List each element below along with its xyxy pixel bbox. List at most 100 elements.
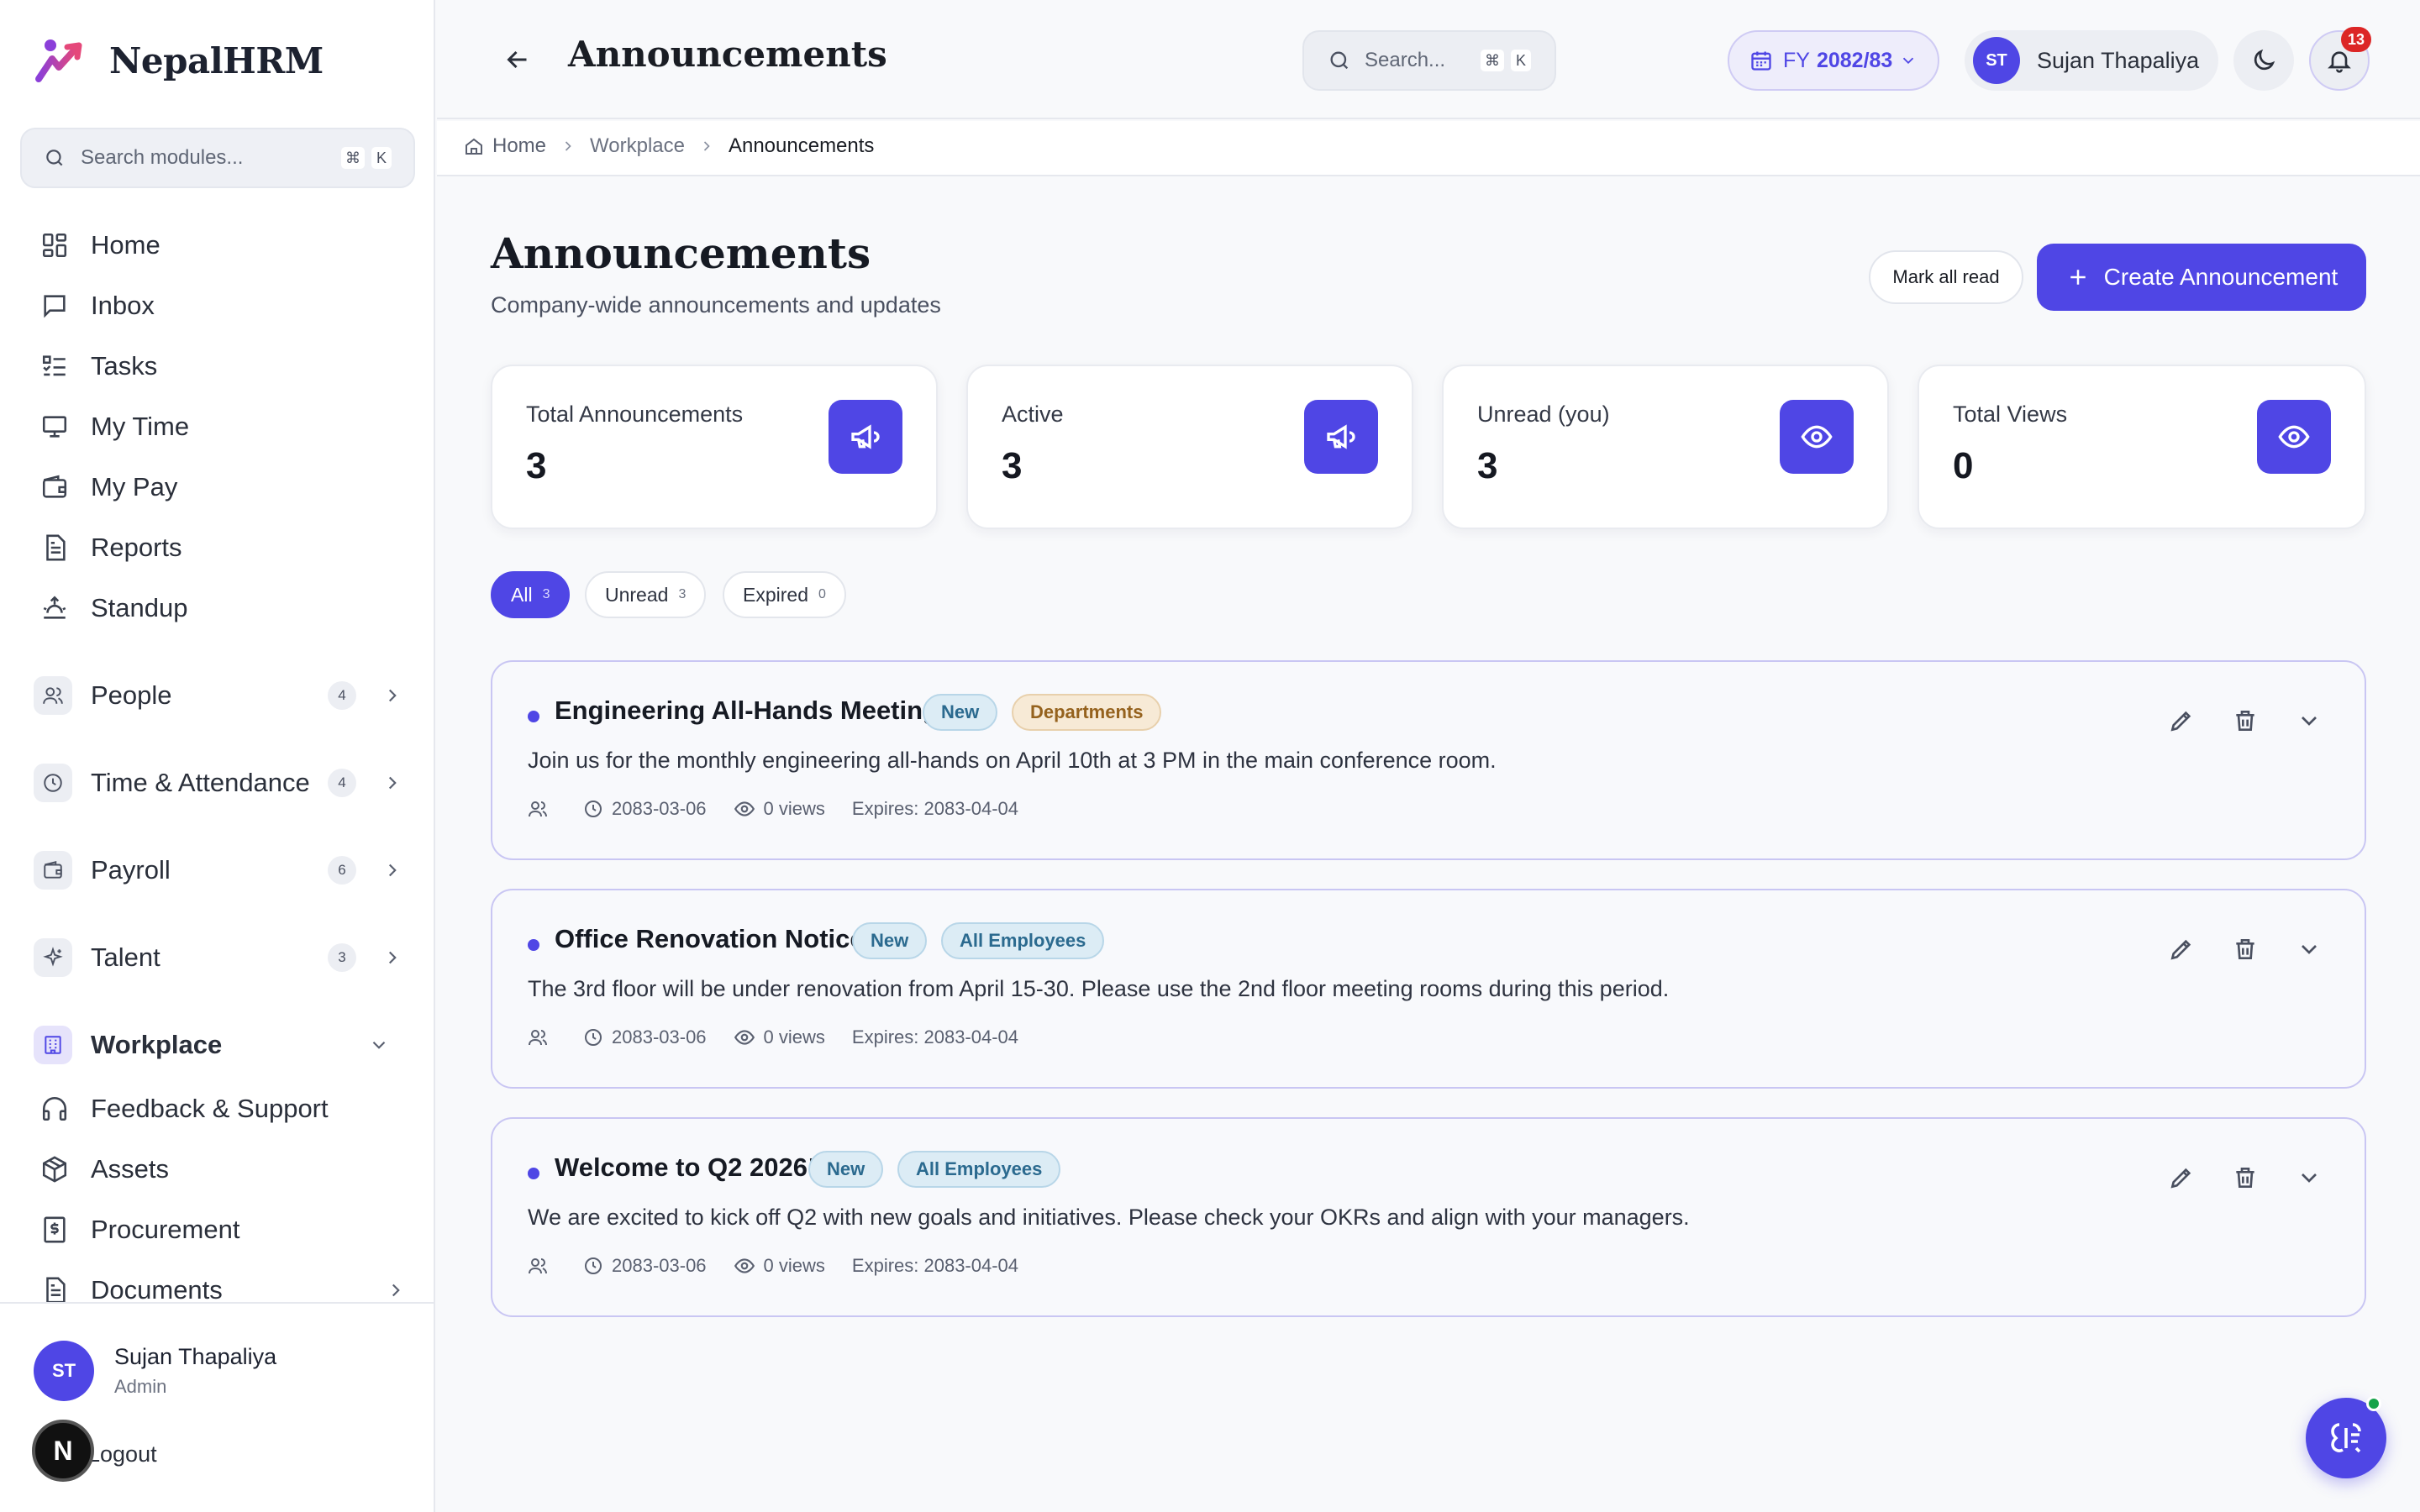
grid-icon <box>39 229 71 261</box>
announcement-card[interactable]: Office Renovation Notice New All Employe… <box>491 889 2366 1089</box>
global-search-input[interactable]: Search... ⌘ K <box>1302 30 1556 91</box>
eye-icon <box>734 801 755 816</box>
module-search-input[interactable]: Search modules... ⌘ K <box>20 128 415 188</box>
stat-label: Active <box>1002 402 1064 427</box>
back-arrow-icon[interactable] <box>502 45 533 75</box>
chevron-down-icon[interactable] <box>2296 707 2323 734</box>
count-badge: 4 <box>328 681 356 710</box>
avatar[interactable]: ST <box>34 1341 94 1401</box>
announcement-meta: 2083-03-06 0 views Expires: 2083-04-04 <box>528 1026 1045 1048</box>
sidebar-group-people[interactable]: People 4 <box>34 670 403 721</box>
filter-chip-unread[interactable]: Unread 3 <box>585 571 707 618</box>
logout-button[interactable]: Logout <box>87 1441 157 1467</box>
notification-count-badge: 13 <box>2341 27 2371 52</box>
announcement-card[interactable]: Engineering All-Hands Meeting New Depart… <box>491 660 2366 860</box>
calendar-icon <box>1751 51 1771 71</box>
megaphone-icon <box>1304 400 1378 474</box>
sidebar-item-label: Tasks <box>91 351 158 381</box>
app-logo[interactable]: NepalHRM <box>34 37 324 84</box>
create-announcement-button[interactable]: Create Announcement <box>2037 244 2366 311</box>
filter-count: 3 <box>542 587 550 601</box>
announcement-meta: 2083-03-06 0 views Expires: 2083-04-04 <box>528 798 1045 820</box>
breadcrumb-home[interactable]: Home <box>492 134 546 158</box>
edit-icon[interactable] <box>2168 707 2195 734</box>
sidebar-item-my-time[interactable]: My Time <box>39 405 400 449</box>
chevron-down-icon[interactable] <box>2296 936 2323 963</box>
shortcut-cmd: ⌘ <box>1481 50 1504 71</box>
shortcut-cmd: ⌘ <box>341 147 365 169</box>
search-icon <box>1330 51 1349 70</box>
trash-icon[interactable] <box>2232 707 2259 734</box>
notifications-button[interactable]: 13 <box>2309 27 2371 91</box>
sidebar-item-label: Assets <box>91 1154 170 1184</box>
view-count: 0 views <box>763 1255 825 1276</box>
sidebar-item-procurement[interactable]: Procurement <box>39 1208 400 1252</box>
stat-label: Unread (you) <box>1477 402 1610 427</box>
breadcrumb-section[interactable]: Workplace <box>590 134 685 158</box>
count-badge: 6 <box>328 856 356 885</box>
sidebar-group-payroll[interactable]: Payroll 6 <box>34 845 403 895</box>
sidebar-item-reports[interactable]: Reports <box>39 526 400 570</box>
stat-label: Total Announcements <box>526 402 744 427</box>
edit-icon[interactable] <box>2168 1164 2195 1191</box>
mark-all-read-button[interactable]: Mark all read <box>1869 250 2023 304</box>
sidebar-item-label: Procurement <box>91 1215 240 1244</box>
user-menu-button[interactable]: ST Sujan Thapaliya <box>1965 30 2218 91</box>
sidebar-item-inbox[interactable]: Inbox <box>39 284 400 328</box>
top-bar: Announcements Search... ⌘ K FY 2082/83 S… <box>437 0 2420 119</box>
sidebar-item-feedback-support[interactable]: Feedback & Support <box>39 1087 400 1131</box>
announcement-body: The 3rd floor will be under renovation f… <box>528 976 1670 1001</box>
receipt-dollar-icon <box>39 1214 71 1246</box>
app-name: NepalHRM <box>109 39 324 81</box>
megaphone-icon <box>829 400 902 474</box>
chevron-down-icon[interactable] <box>2296 1164 2323 1191</box>
trash-icon[interactable] <box>2232 936 2259 963</box>
sidebar-item-my-pay[interactable]: My Pay <box>39 465 400 509</box>
published-date: 2083-03-06 <box>612 1026 707 1047</box>
audience-icon <box>528 1027 556 1047</box>
sidebar-group-time-attendance[interactable]: Time & Attendance 4 <box>34 758 403 808</box>
filter-chip-all[interactable]: All 3 <box>491 571 571 618</box>
breadcrumb: Home Workplace Announcements <box>437 121 2420 176</box>
sidebar-group-label: Talent <box>91 942 160 972</box>
plus-icon <box>2070 270 2086 285</box>
global-search-placeholder: Search... <box>1365 49 1446 71</box>
unread-dot <box>528 711 539 722</box>
sidebar-item-label: Reports <box>91 533 182 562</box>
sidebar-item-label: Standup <box>91 593 188 622</box>
online-status-dot <box>2366 1396 2381 1411</box>
shortcut-k: K <box>371 147 392 169</box>
assistant-fab-button[interactable] <box>2306 1396 2386 1478</box>
chevron-right-icon <box>703 141 710 151</box>
chevron-right-icon <box>388 689 397 702</box>
sidebar-item-label: My Pay <box>91 472 178 501</box>
unread-dot <box>528 939 539 951</box>
avatar: ST <box>1973 37 2020 84</box>
theme-toggle-button[interactable] <box>2233 30 2294 91</box>
sidebar-item-home[interactable]: Home <box>39 223 400 267</box>
chevron-down-icon <box>372 1041 386 1049</box>
sidebar-group-label: Workplace <box>91 1030 223 1059</box>
audience-icon <box>528 799 556 819</box>
sidebar-group-talent[interactable]: Talent 3 <box>34 932 403 983</box>
trash-icon[interactable] <box>2232 1164 2259 1191</box>
announcement-card[interactable]: Welcome to Q2 2026! New All Employees We… <box>491 1117 2366 1317</box>
dev-indicator-badge[interactable]: N <box>32 1420 94 1482</box>
sidebar-item-tasks[interactable]: Tasks <box>39 344 400 388</box>
fiscal-year-select[interactable]: FY 2082/83 <box>1728 30 1939 91</box>
sidebar-item-assets[interactable]: Assets <box>39 1147 400 1191</box>
stat-value: 3 <box>1477 445 1498 486</box>
audience-badge: Departments <box>1012 694 1162 731</box>
page-title: Announcements <box>491 228 871 278</box>
edit-icon[interactable] <box>2168 936 2195 963</box>
count-badge: 3 <box>328 943 356 972</box>
sidebar-item-label: My Time <box>91 412 190 441</box>
sidebar-group-workplace[interactable]: Workplace <box>34 1020 403 1070</box>
sidebar-item-standup[interactable]: Standup <box>39 586 400 630</box>
filter-label: Unread <box>605 583 669 606</box>
audience-badge: All Employees <box>941 922 1105 959</box>
audience-icon <box>528 1256 556 1276</box>
filter-chip-expired[interactable]: Expired 0 <box>723 571 846 618</box>
announcement-title: Office Renovation Notice <box>555 924 865 953</box>
file-text-icon <box>39 532 71 564</box>
